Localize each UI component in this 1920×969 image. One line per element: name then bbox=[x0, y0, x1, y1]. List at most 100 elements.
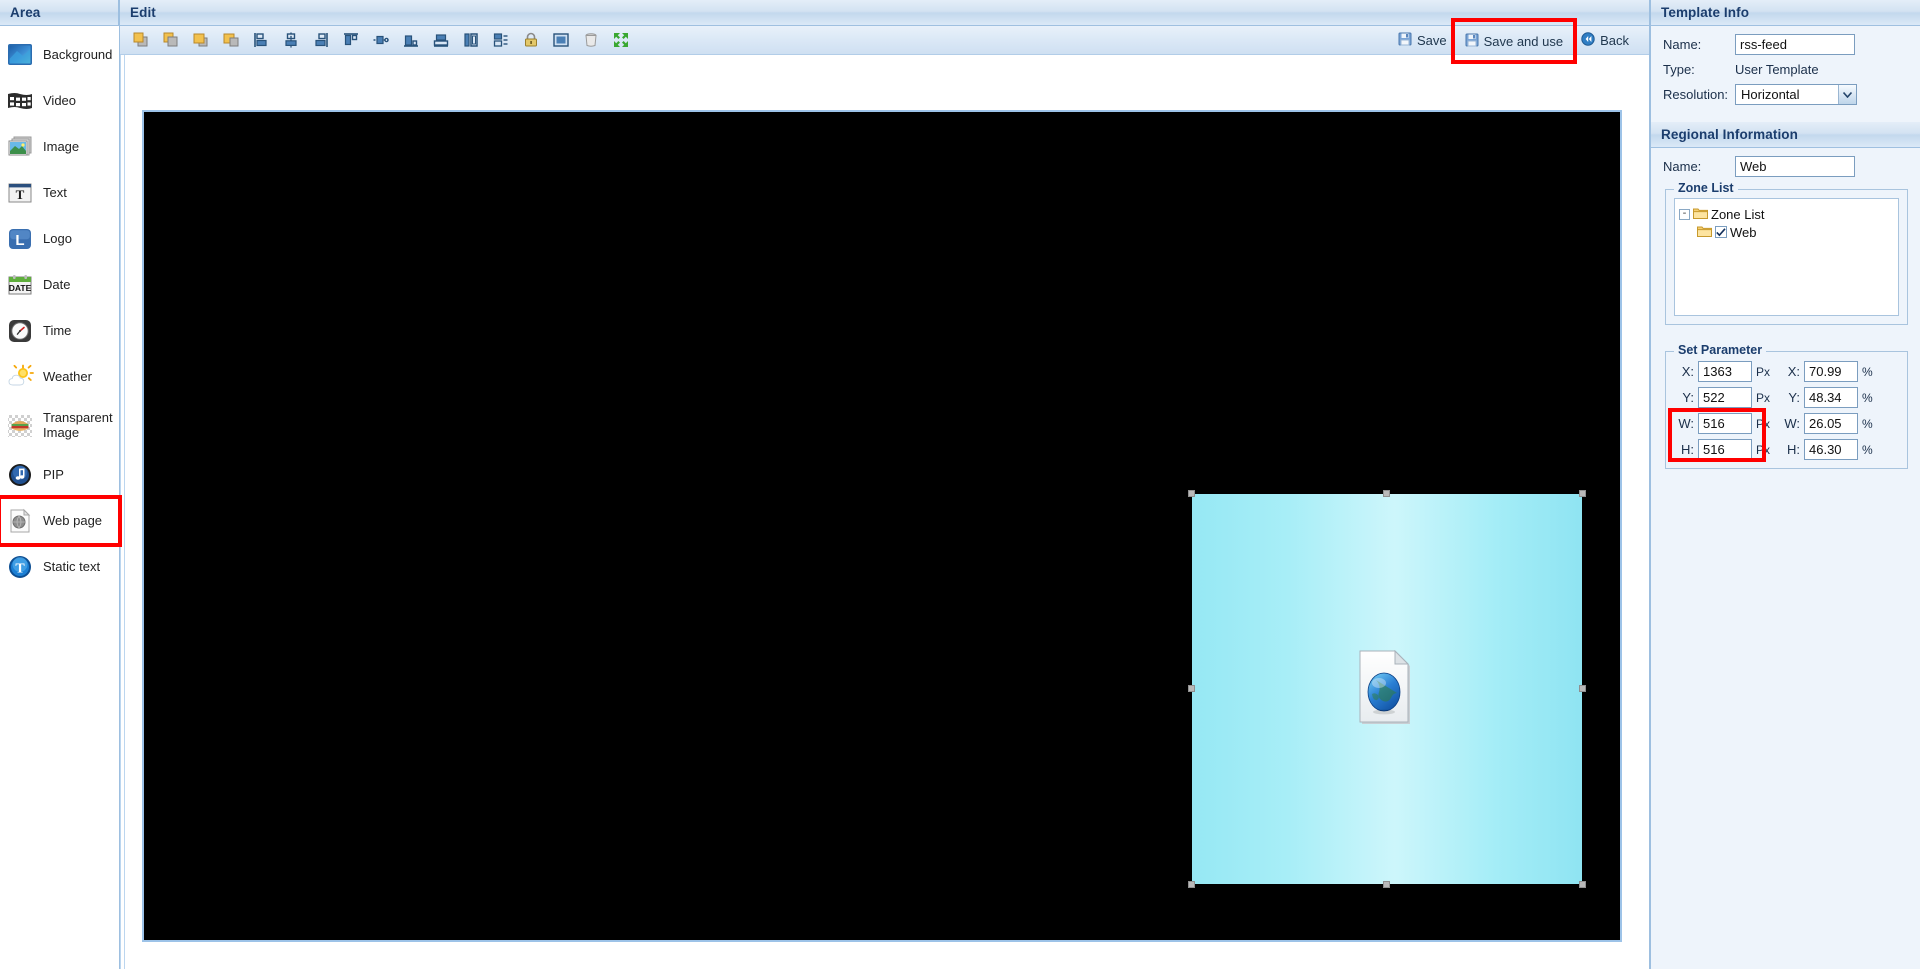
param-h-pct-label: H: bbox=[1787, 442, 1800, 457]
template-name-input[interactable] bbox=[1735, 34, 1855, 55]
video-filmstrip-icon bbox=[6, 87, 34, 115]
back-button-label: Back bbox=[1600, 32, 1629, 48]
sidebar-item-weather[interactable]: Weather bbox=[0, 354, 119, 400]
resize-handle-ne[interactable] bbox=[1579, 490, 1586, 497]
parameter-grid: X: Px X: % Y: Px Y: % bbox=[1668, 361, 1899, 462]
param-w-px-input[interactable] bbox=[1698, 413, 1752, 434]
distribute-vertical-icon[interactable] bbox=[428, 28, 454, 52]
save-button[interactable]: Save bbox=[1390, 29, 1455, 52]
toolbar-actions: Save Save and use Back bbox=[1390, 18, 1643, 64]
sidebar-item-label: Weather bbox=[43, 368, 92, 384]
back-button[interactable]: Back bbox=[1573, 29, 1637, 52]
zone-tree-item-label: Web bbox=[1730, 224, 1757, 240]
set-parameter-group: Set Parameter X: Px X: % Y: Px Y: bbox=[1665, 343, 1908, 469]
sidebar-item-background[interactable]: Background bbox=[0, 32, 119, 78]
svg-text:L: L bbox=[15, 232, 24, 249]
collapse-expander-icon[interactable]: - bbox=[1679, 208, 1690, 220]
same-height-icon[interactable] bbox=[488, 28, 514, 52]
resize-handle-s[interactable] bbox=[1383, 881, 1390, 888]
sidebar-item-static-text[interactable]: T Static text bbox=[0, 544, 119, 590]
weather-sun-cloud-icon bbox=[6, 363, 34, 391]
pip-music-note-icon bbox=[6, 461, 34, 489]
resize-handle-n[interactable] bbox=[1383, 490, 1390, 497]
floppy-disk-icon bbox=[1465, 33, 1479, 50]
template-resolution-row: Resolution: Horizontal bbox=[1663, 84, 1910, 105]
param-w-pct-input[interactable] bbox=[1804, 413, 1858, 434]
sidebar-item-label: Time bbox=[43, 322, 72, 338]
full-screen-zone-icon[interactable] bbox=[548, 28, 574, 52]
param-x-pct-input[interactable] bbox=[1804, 361, 1858, 382]
template-canvas[interactable] bbox=[142, 110, 1622, 942]
regional-information-header: Regional Information bbox=[1651, 122, 1920, 148]
template-resolution-select[interactable]: Horizontal bbox=[1735, 84, 1857, 105]
fit-to-screen-icon[interactable] bbox=[608, 28, 634, 52]
sidebar-item-transparent-image[interactable]: Transparent Image bbox=[0, 400, 119, 452]
canvas-left-rule bbox=[120, 55, 121, 969]
canvas-left-rule-2 bbox=[124, 55, 125, 969]
template-resolution-value: Horizontal bbox=[1741, 87, 1800, 102]
sidebar-item-time[interactable]: Time bbox=[0, 308, 119, 354]
param-y-px-input[interactable] bbox=[1698, 387, 1752, 408]
param-h-pct-input[interactable] bbox=[1804, 439, 1858, 460]
template-type-label: Type: bbox=[1663, 62, 1695, 77]
align-left-icon[interactable] bbox=[248, 28, 274, 52]
align-middle-vertical-icon[interactable] bbox=[368, 28, 394, 52]
template-editor-window: Area Background Video Image T Text L Log… bbox=[0, 0, 1920, 969]
area-item-list: Background Video Image T Text L Logo DAT… bbox=[0, 26, 122, 590]
same-width-icon[interactable] bbox=[458, 28, 484, 52]
send-backward-icon[interactable] bbox=[218, 28, 244, 52]
param-x-px-input[interactable] bbox=[1698, 361, 1752, 382]
template-name-label: Name: bbox=[1663, 37, 1702, 52]
sidebar-item-label: Video bbox=[43, 92, 77, 108]
bring-forward-icon[interactable] bbox=[188, 28, 214, 52]
resize-handle-se[interactable] bbox=[1579, 881, 1586, 888]
zone-tree-root[interactable]: - Zone List bbox=[1679, 205, 1894, 223]
sidebar-item-label: Text bbox=[43, 184, 67, 200]
lock-icon[interactable] bbox=[518, 28, 544, 52]
align-top-icon[interactable] bbox=[338, 28, 364, 52]
delete-trash-icon[interactable] bbox=[578, 28, 604, 52]
resize-handle-w[interactable] bbox=[1188, 685, 1195, 692]
web-page-globe-icon bbox=[6, 507, 34, 535]
param-x-pct-label: X: bbox=[1787, 364, 1800, 379]
floppy-disk-icon bbox=[1398, 32, 1412, 49]
resize-handle-sw[interactable] bbox=[1188, 881, 1195, 888]
align-center-horizontal-icon[interactable] bbox=[278, 28, 304, 52]
zone-web[interactable] bbox=[1188, 490, 1586, 888]
zone-list-group-title: Zone List bbox=[1674, 181, 1738, 195]
sidebar-item-text[interactable]: T Text bbox=[0, 170, 119, 216]
resize-handle-e[interactable] bbox=[1579, 685, 1586, 692]
svg-text:T: T bbox=[15, 562, 25, 577]
sidebar-item-label: Web page bbox=[43, 512, 103, 528]
properties-panel: Template Info Name: Type: User Template … bbox=[1650, 0, 1920, 969]
bring-to-front-icon[interactable] bbox=[128, 28, 154, 52]
background-icon bbox=[6, 41, 34, 69]
sidebar-item-web-page[interactable]: Web page bbox=[0, 495, 122, 547]
param-y-pct-input[interactable] bbox=[1804, 387, 1858, 408]
sidebar-item-pip[interactable]: PIP bbox=[0, 452, 119, 498]
sidebar-item-video[interactable]: Video bbox=[0, 78, 119, 124]
param-row-y: Y: Px Y: % bbox=[1674, 387, 1899, 408]
param-h-label: H: bbox=[1681, 442, 1694, 457]
template-type-value: User Template bbox=[1735, 62, 1819, 77]
param-w-pct-label: W: bbox=[1784, 416, 1800, 431]
save-and-use-button[interactable]: Save and use bbox=[1450, 18, 1578, 64]
align-right-icon[interactable] bbox=[308, 28, 334, 52]
param-h-px-input[interactable] bbox=[1698, 439, 1752, 460]
folder-icon bbox=[1697, 225, 1712, 240]
sidebar-item-logo[interactable]: L Logo bbox=[0, 216, 119, 262]
region-name-row: Name: bbox=[1663, 156, 1910, 177]
send-to-back-icon[interactable] bbox=[158, 28, 184, 52]
zone-list-tree[interactable]: - Zone List Web bbox=[1674, 198, 1899, 316]
chevron-down-icon[interactable] bbox=[1838, 85, 1856, 104]
align-bottom-icon[interactable] bbox=[398, 28, 424, 52]
zone-tree-item-web[interactable]: Web bbox=[1679, 223, 1894, 241]
sidebar-item-image[interactable]: Image bbox=[0, 124, 119, 170]
static-text-t-icon: T bbox=[6, 553, 34, 581]
resize-handle-nw[interactable] bbox=[1188, 490, 1195, 497]
web-page-document-globe-icon bbox=[1358, 649, 1416, 728]
sidebar-item-date[interactable]: DATE Date bbox=[0, 262, 119, 308]
zone-visible-checkbox[interactable] bbox=[1715, 226, 1727, 238]
region-name-input[interactable] bbox=[1735, 156, 1855, 177]
sidebar-item-label: Static text bbox=[43, 558, 101, 574]
